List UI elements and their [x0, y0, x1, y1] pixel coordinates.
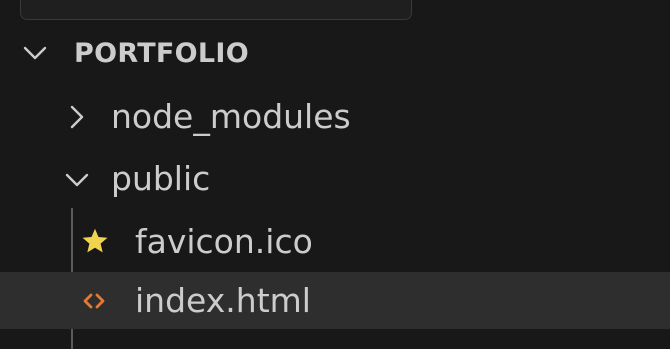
tree-item-label: node_modules	[111, 97, 351, 136]
tree-item-public[interactable]: public	[0, 154, 670, 204]
chevron-down-icon	[64, 169, 90, 191]
file-explorer: PORTFOLIO node_modules public favicon.ic…	[0, 0, 670, 349]
tree-item-label: public	[111, 159, 211, 198]
section-title: PORTFOLIO	[74, 38, 250, 69]
tree-item-node-modules[interactable]: node_modules	[0, 92, 670, 142]
tree-item-label: index.html	[135, 281, 311, 320]
chevron-down-icon	[22, 41, 48, 65]
explorer-section-header[interactable]: PORTFOLIO	[0, 28, 670, 78]
chevron-right-icon	[67, 104, 87, 130]
star-icon	[80, 226, 110, 256]
tree-item-label: favicon.ico	[135, 222, 313, 261]
tree-item-favicon[interactable]: favicon.ico	[0, 215, 670, 267]
html-code-icon	[82, 291, 106, 311]
top-panel	[20, 0, 412, 20]
tree-item-index-html[interactable]: index.html	[0, 272, 670, 329]
